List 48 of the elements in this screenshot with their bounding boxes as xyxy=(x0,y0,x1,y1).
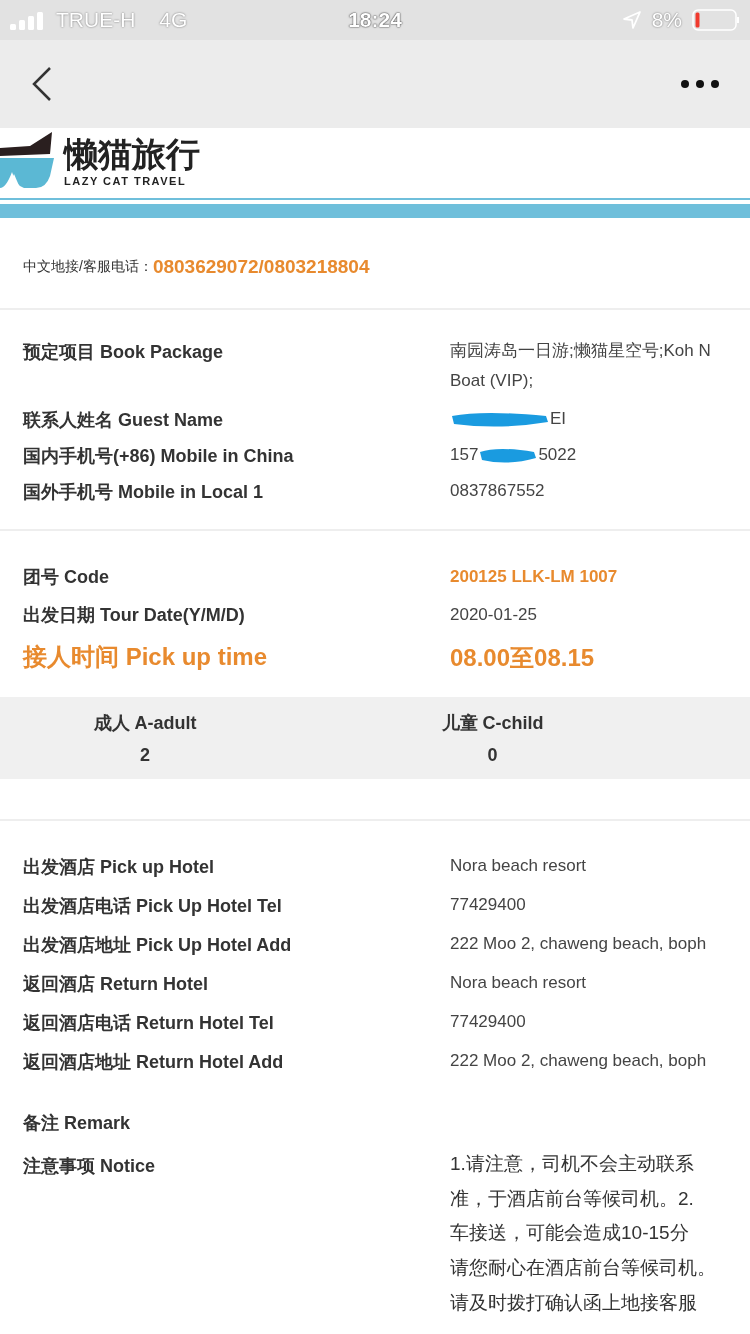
field-label: 出发酒店地址 Pick Up Hotel Add xyxy=(23,934,293,958)
field-label: 接人时间 Pick up time xyxy=(23,642,269,673)
back-icon[interactable] xyxy=(30,66,54,102)
field-value: 南园涛岛一日游;懒猫星空号;Koh N xyxy=(450,340,712,362)
notice-text: 请您耐心在酒店前台等候司机。 xyxy=(450,1256,717,1280)
clock-time: 18:24 xyxy=(348,8,402,32)
field-value: 200125 LLK-LM 1007 xyxy=(450,566,619,589)
more-icon[interactable] xyxy=(680,79,720,89)
field-value: 08.00至08.15 xyxy=(450,642,596,673)
field-label: 出发日期 Tour Date(Y/M/D) xyxy=(23,604,246,628)
field-value: 222 Moo 2, chaweng beach, boph xyxy=(450,933,708,956)
field-value: Nora beach resort xyxy=(450,972,588,995)
field-value: 2020-01-25 xyxy=(450,604,538,627)
field-value: Boat (VIP); xyxy=(450,369,535,392)
brand-subtitle: LAZY CAT TRAVEL xyxy=(64,175,188,187)
field-label: 出发酒店 Pick up Hotel xyxy=(23,856,216,880)
notice-text: 请及时拨打确认函上地接客服 xyxy=(450,1290,698,1315)
guest-count: 2 xyxy=(140,744,150,766)
field-label: 返回酒店 Return Hotel xyxy=(23,973,209,997)
brand-name: 懒猫旅行 xyxy=(64,137,200,171)
field-value: 157 xyxy=(450,443,479,466)
field-value: EI xyxy=(550,407,567,430)
field-value: 0837867552 xyxy=(450,479,546,502)
field-label: 预定项目 Book Package xyxy=(23,341,225,364)
field-label: 返回酒店电话 Return Hotel Tel xyxy=(23,1012,275,1036)
guest-type-label: 成人 A-adult xyxy=(93,711,197,735)
hotline-label: 中文地接/客服电话： xyxy=(23,258,153,276)
guest-type-label: 儿童 C-child xyxy=(441,711,544,735)
field-label: 出发酒店电话 Pick Up Hotel Tel xyxy=(23,895,283,919)
field-label: 联系人姓名 Guest Name xyxy=(23,408,225,432)
field-label: 国外手机号 Mobile in Local 1 xyxy=(23,480,265,504)
signal-icon xyxy=(10,10,46,30)
notice-text: 准，于酒店前台等候司机。2. xyxy=(450,1186,695,1211)
field-label: 注意事项 Notice xyxy=(23,1155,156,1179)
field-label: 备注 Remark xyxy=(23,1112,132,1136)
notice-text: 1.请注意，司机不会主动联系 xyxy=(450,1152,695,1177)
field-value: 77429400 xyxy=(450,1011,527,1034)
hotline-number[interactable]: 0803629072/0803218804 xyxy=(152,256,370,278)
field-value: 222 Moo 2, chaweng beach, boph xyxy=(450,1050,708,1073)
location-arrow-icon xyxy=(621,10,642,30)
field-value: 5022 xyxy=(538,443,577,466)
notice-text: 车接送，可能会造成10-15分 xyxy=(450,1221,690,1246)
field-label: 国内手机号(+86) Mobile in China xyxy=(23,444,295,468)
field-value: Nora beach resort xyxy=(450,855,588,878)
guest-count: 0 xyxy=(487,744,498,766)
field-value: 77429400 xyxy=(450,894,527,917)
field-label: 团号 Code xyxy=(23,566,110,590)
field-label: 返回酒店地址 Return Hotel Add xyxy=(23,1051,285,1075)
